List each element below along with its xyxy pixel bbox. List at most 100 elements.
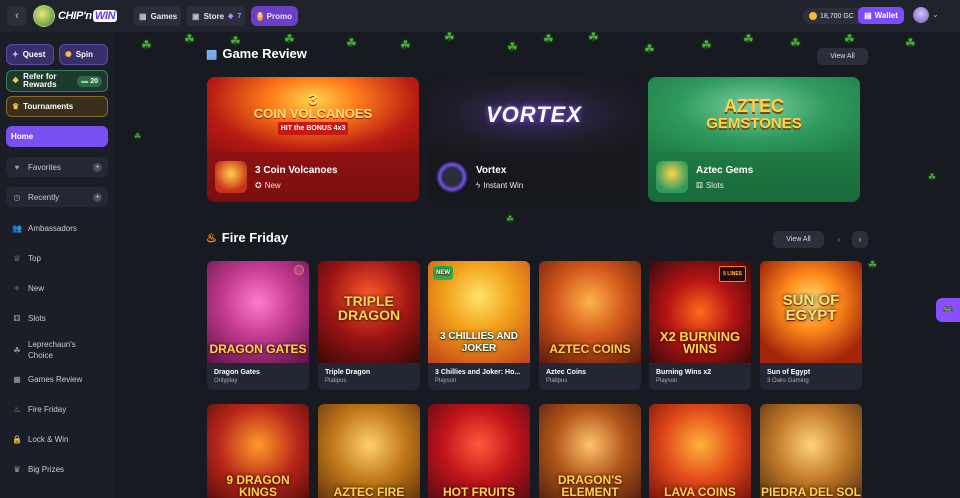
sidebar-item-games-review[interactable]: ▦ Games Review xyxy=(6,369,108,389)
store-icon: ▣ xyxy=(192,11,200,21)
sidebar-item-slots[interactable]: ⚅ Slots xyxy=(6,308,108,328)
tournaments-button[interactable]: ♛ Tournaments xyxy=(6,96,108,117)
review-card-vortex[interactable]: VORTEX Vortex ϟ Instant Win xyxy=(428,77,640,202)
promo-label: Promo xyxy=(266,11,292,21)
store-button[interactable]: ▣ Store ◆ 7 xyxy=(186,6,245,26)
clover-icon: ☘ xyxy=(444,30,455,44)
game-card-dragons-element[interactable]: DRAGON'S ELEMENT xyxy=(539,404,641,498)
review-name: Aztec Gems xyxy=(696,165,754,176)
new-badge: NEW xyxy=(433,266,453,280)
people-icon: 👥 xyxy=(12,223,22,233)
review-art: AZTEC GEMSTONES xyxy=(648,77,860,152)
grid-icon: ▦ xyxy=(139,11,147,21)
sidebar-item-fire-friday[interactable]: ♨ Fire Friday xyxy=(6,399,108,419)
game-card-triple-dragon[interactable]: TRIPLE DRAGON Triple Dragon Platipus xyxy=(318,261,420,390)
refer-amount-badge: ▬ 20 xyxy=(77,76,102,87)
home-label: Home xyxy=(11,132,34,141)
sidebar-item-big-prizes[interactable]: ♛ Big Prizes xyxy=(6,459,108,479)
sidebar-item-label: Lock & Win xyxy=(28,434,69,444)
art-text: AZTEC COINS xyxy=(549,342,631,356)
favorite-icon[interactable] xyxy=(294,265,304,275)
game-controller-icon[interactable]: 🎮 xyxy=(936,298,960,322)
sidebar-item-label: Recently xyxy=(28,192,60,202)
refer-amount: 20 xyxy=(90,77,98,85)
next-arrow-button[interactable]: › xyxy=(852,231,868,248)
art-text: X2 BURNING WINS xyxy=(659,329,741,356)
sidebar-item-home[interactable]: Home xyxy=(6,126,108,147)
game-card-aztec-coins[interactable]: AZTEC COINS Aztec Coins Platipus xyxy=(539,261,641,390)
clover-icon: ☘ xyxy=(507,40,518,54)
review-sub-label: New xyxy=(264,181,281,190)
clover-icon: ☘ xyxy=(701,38,712,52)
review-art: 3 COIN VOLCANOES HIT the BONUS 4x3 xyxy=(207,77,419,152)
game-art: DRAGON GATES xyxy=(207,261,309,363)
game-card-aztec-fire[interactable]: AZTEC FIRE xyxy=(318,404,420,498)
prev-arrow-button[interactable]: ‹ xyxy=(831,231,847,248)
game-card-lava-coins[interactable]: LAVA COINS xyxy=(649,404,751,498)
game-name: Sun of Egypt xyxy=(767,369,811,376)
game-card-3-chillies-and-joker[interactable]: NEW 3 CHILLIES AND JOKER 3 Chillies and … xyxy=(428,261,530,390)
gift-icon: ❖ xyxy=(12,76,20,85)
back-button[interactable]: ‹ xyxy=(7,6,27,26)
quest-button[interactable]: ✦ Quest xyxy=(6,44,54,65)
spin-button[interactable]: ✺ Spin xyxy=(59,44,108,65)
lock-icon: 🔒 xyxy=(12,434,22,444)
clover-icon: ☘ xyxy=(184,32,195,46)
sidebar-item-recently[interactable]: ◷ Recently + xyxy=(6,187,108,207)
clover-icon: ☘ xyxy=(141,38,152,52)
sidebar-item-favorites[interactable]: ♥ Favorites + xyxy=(6,157,108,177)
clover-icon: ☘ xyxy=(284,32,295,46)
section-title: Fire Friday xyxy=(221,230,289,245)
art-text: AZTEC xyxy=(724,95,784,116)
clover-icon: ☘ xyxy=(644,42,655,56)
review-thumb xyxy=(215,161,247,193)
coin-icon xyxy=(809,12,817,20)
game-art: SUN OF EGYPT xyxy=(760,261,862,363)
promo-button[interactable]: 3 Promo xyxy=(251,6,298,26)
sidebar-item-new[interactable]: ✧ New xyxy=(6,278,108,298)
avatar[interactable] xyxy=(913,7,929,23)
review-card-3-coin-volcanoes[interactable]: 3 COIN VOLCANOES HIT the BONUS 4x3 3 Coi… xyxy=(207,77,419,202)
sidebar-item-label: Leprechaun's Choice xyxy=(28,339,76,361)
art-text: AZTEC FIRE xyxy=(333,485,405,498)
store-label: Store xyxy=(203,11,225,21)
fire-friday-view-all-button[interactable]: View All xyxy=(773,231,824,248)
sidebar-item-top[interactable]: ♕ Top xyxy=(6,248,108,268)
game-provider: 3 Oaks Gaming xyxy=(767,378,809,384)
game-card-piedra-del-sol[interactable]: PIEDRA DEL SOL xyxy=(760,404,862,498)
sidebar-item-lock-and-win[interactable]: 🔒 Lock & Win xyxy=(6,429,108,449)
game-card-burning-wins-x2[interactable]: 5 LINES X2 BURNING WINS Burning Wins x2 … xyxy=(649,261,751,390)
game-card-sun-of-egypt[interactable]: SUN OF EGYPT Sun of Egypt 3 Oaks Gaming xyxy=(760,261,862,390)
clover-icon: ☘ xyxy=(588,30,599,44)
trophy-icon: ♛ xyxy=(12,102,20,111)
sidebar-item-ambassadors[interactable]: 👥 Ambassadors xyxy=(6,218,108,238)
wallet-button[interactable]: ▤ Wallet xyxy=(858,7,904,24)
slots-icon: ⚅ xyxy=(13,313,21,323)
review-card-aztec-gems[interactable]: AZTEC GEMSTONES Aztec Gems ⚅ Slots xyxy=(648,77,860,202)
sidebar-item-leprechauns-choice[interactable]: ☘ Leprechaun's Choice xyxy=(6,336,108,364)
art-text: DRAGON'S ELEMENT xyxy=(557,473,623,498)
chevron-down-icon[interactable]: ⌄ xyxy=(932,10,939,19)
art-text: SUN OF EGYPT xyxy=(782,292,840,324)
game-card-hot-fruits[interactable]: HOT FRUITS xyxy=(428,404,530,498)
review-sub-label: Slots xyxy=(705,181,724,190)
art-text: 3 CHILLIES AND JOKER xyxy=(440,331,518,354)
logo[interactable]: CHIP'n WIN xyxy=(33,4,118,28)
clover-icon: ☘ xyxy=(905,36,916,50)
game-card-9-dragon-kings[interactable]: 9 DRAGON KINGS xyxy=(207,404,309,498)
heart-icon: ♥ xyxy=(14,162,20,172)
store-badge: 7 xyxy=(237,12,242,20)
game-card-dragon-gates[interactable]: DRAGON GATES Dragon Gates Onlyplay xyxy=(207,261,309,390)
game-art: 9 DRAGON KINGS xyxy=(207,404,309,498)
wallet-label: Wallet xyxy=(874,11,898,20)
review-icon: ▩ xyxy=(206,46,218,61)
review-sub: ✪ New xyxy=(255,181,281,190)
clover-icon: ☘ xyxy=(346,36,357,50)
games-button[interactable]: ▦ Games xyxy=(133,6,181,26)
clover-icon: ☘ xyxy=(400,38,411,52)
clover-icon: ☘ xyxy=(13,345,21,355)
game-review-view-all-button[interactable]: View All xyxy=(817,48,868,65)
gem-icon: ◆ xyxy=(228,13,234,20)
refer-button[interactable]: ❖ Refer for Rewards ▬ 20 xyxy=(6,70,108,92)
review-art: VORTEX xyxy=(428,77,640,152)
